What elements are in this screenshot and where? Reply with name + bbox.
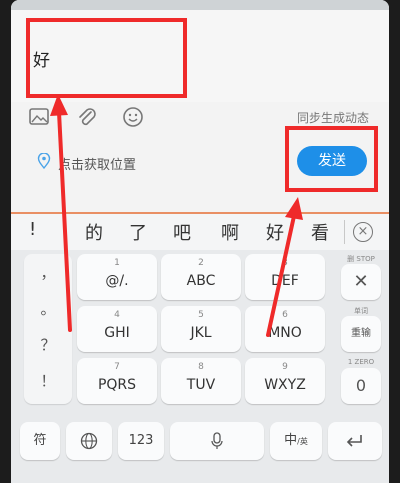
status-bar — [11, 0, 389, 10]
retype-key[interactable]: 重输 — [341, 316, 381, 352]
keyboard: ! 的 了 吧 啊 好 看 × ， 。 ？ ！ 1 @/. 2 ABC 3 DE… — [11, 214, 389, 483]
key-letters: JKL — [190, 325, 212, 341]
key-6[interactable]: 6 MNO — [245, 306, 325, 352]
delete-key[interactable]: ✕ — [341, 264, 381, 300]
symbol-key[interactable]: ？ — [24, 334, 72, 355]
close-candidates-icon[interactable]: × — [353, 222, 373, 242]
key-2[interactable]: 2 ABC — [161, 254, 241, 300]
candidate[interactable]: 好 — [266, 219, 284, 245]
candidate[interactable]: 吧 — [173, 219, 191, 245]
candidate[interactable]: 的 — [85, 219, 103, 245]
key-4[interactable]: 4 GHI — [77, 306, 157, 352]
globe-icon — [80, 432, 98, 449]
key-number: 4 — [114, 310, 120, 320]
key-9[interactable]: 9 WXYZ — [245, 358, 325, 404]
candidate-separator — [344, 220, 345, 244]
key-1[interactable]: 1 @/. — [77, 254, 157, 300]
symbols-key[interactable]: 符 — [20, 422, 60, 460]
language-switch-key[interactable]: 中/英 — [270, 422, 322, 460]
key-letters: ABC — [186, 273, 216, 289]
close-icon: ✕ — [353, 271, 369, 292]
key-3[interactable]: 3 DEF — [245, 254, 325, 300]
candidate[interactable]: 了 — [129, 219, 147, 245]
sync-moment-toggle-label[interactable]: 同步生成动态 — [297, 109, 369, 126]
post-text-area[interactable]: 好 — [11, 10, 389, 102]
retype-label: 重输 — [351, 328, 371, 339]
symbol-key[interactable]: ， — [24, 262, 72, 283]
key-5[interactable]: 5 JKL — [161, 306, 241, 352]
language-switch-label: 中 — [284, 433, 298, 448]
image-icon[interactable] — [28, 106, 50, 128]
get-location-label: 点击获取位置 — [58, 158, 137, 173]
candidate[interactable]: 看 — [311, 219, 329, 245]
attachment-icon[interactable] — [76, 106, 98, 128]
key-letters: GHI — [104, 325, 130, 341]
post-input-text: 好 — [33, 51, 50, 71]
location-pin-icon — [37, 153, 51, 169]
key-number: 7 — [114, 362, 120, 372]
key-7[interactable]: 7 PQRS — [77, 358, 157, 404]
retype-key-caption: 单词 — [354, 307, 368, 315]
delete-key-caption: 删 STOP — [347, 255, 375, 263]
key-number: 3 — [282, 258, 288, 268]
key-letters: PQRS — [97, 377, 137, 393]
symbols-key-label: 符 — [33, 433, 47, 448]
candidate[interactable]: ! — [29, 219, 36, 240]
symbol-key[interactable]: 。 — [24, 298, 72, 319]
key-number: 5 — [198, 310, 204, 320]
key-letters: @/. — [105, 273, 129, 289]
key-8[interactable]: 8 TUV — [161, 358, 241, 404]
key-letters: TUV — [186, 377, 216, 393]
phone-screen: 好 同步生成动态 点击获取位置 发送 ! 的 了 吧 啊 好 看 × ， 。 ？… — [11, 0, 389, 483]
candidate-bar: ! 的 了 吧 啊 好 看 × — [11, 214, 389, 250]
enter-key[interactable] — [328, 422, 382, 460]
language-globe-key[interactable] — [66, 422, 112, 460]
enter-icon — [346, 434, 362, 447]
key-letters: MNO — [268, 325, 302, 341]
key-number: 9 — [282, 362, 288, 372]
key-number: 6 — [282, 310, 288, 320]
numbers-key[interactable]: 123 — [118, 422, 164, 460]
key-number: 8 — [198, 362, 204, 372]
emoji-icon[interactable] — [122, 106, 144, 128]
language-switch-sub: /英 — [297, 437, 308, 446]
send-button[interactable]: 发送 — [297, 146, 367, 176]
numbers-key-label: 123 — [128, 433, 154, 448]
zero-key-caption: 1 ZERO — [347, 358, 375, 366]
key-letters: DEF — [271, 273, 299, 289]
microphone-icon — [211, 431, 223, 449]
candidate[interactable]: 啊 — [221, 219, 239, 245]
zero-label: 0 — [355, 376, 367, 395]
key-number: 2 — [198, 258, 204, 268]
space-voice-key[interactable] — [170, 422, 264, 460]
symbol-key[interactable]: ！ — [24, 370, 72, 391]
symbol-column: ， 。 ？ ！ — [24, 254, 72, 404]
composer-toolbar: 同步生成动态 — [11, 102, 389, 132]
key-letters: WXYZ — [264, 377, 306, 393]
zero-key[interactable]: 0 — [341, 368, 381, 404]
key-number: 1 — [114, 258, 120, 268]
